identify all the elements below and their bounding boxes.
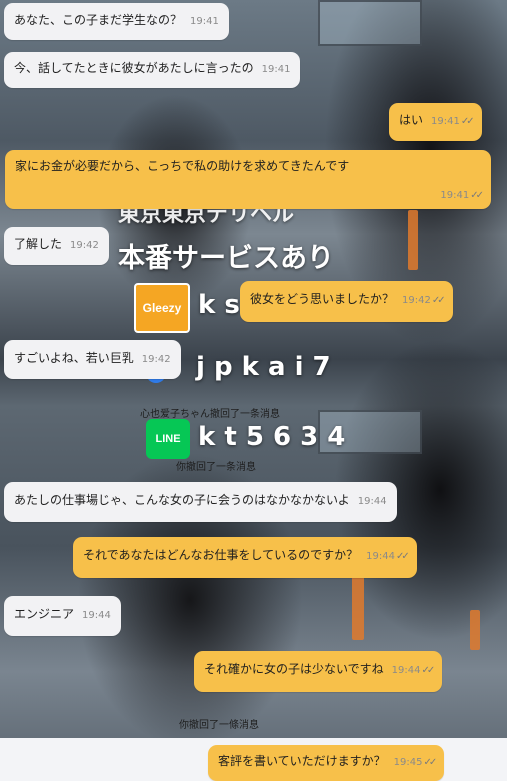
gleezy-id: k s xyxy=(198,290,240,320)
orange-handrail xyxy=(352,570,364,640)
message-received: あたしの仕事場じゃ、こんな女の子に会うのはなかなかないよ 19:44 xyxy=(4,482,397,522)
message-time: 19:41 xyxy=(431,116,460,127)
message-received: 今、話してたときに彼女があたしに言ったの 19:41 xyxy=(4,52,301,88)
message-text: 家にお金が必要だから、こっちで私の助けを求めてきたんです xyxy=(15,159,350,173)
message-text: 彼女をどう思いましたか？ xyxy=(250,292,395,306)
message-received: エンジニア 19:44 xyxy=(4,596,121,636)
overlay-line-2: 本番サービスあり xyxy=(118,243,334,274)
blue-app-id: j p k a i 7 xyxy=(196,352,331,382)
recall-notice: 你撤回了一条消息 xyxy=(176,462,256,473)
read-check-icon: ✓✓ xyxy=(470,190,484,201)
message-received: 了解した 19:42 xyxy=(4,227,109,265)
message-received: あなた、この子まだ学生なの？ 19:41 xyxy=(4,3,229,40)
recall-notice: 你撤回了一條消息 xyxy=(179,720,259,731)
message-time: 19:45 xyxy=(393,757,423,768)
message-time: 19:44 xyxy=(82,610,111,621)
message-text: あたしの仕事場じゃ、こんな女の子に会うのはなかなかないよ xyxy=(14,493,350,507)
read-check-icon: ✓✓ xyxy=(460,116,475,127)
line-id: k t 5 6 3 4 xyxy=(198,422,346,452)
message-time: 19:42 xyxy=(402,295,431,306)
message-text: 了解した xyxy=(14,237,63,251)
message-text: すごいよね、若い巨乳 xyxy=(14,351,134,365)
message-text: それ確かに女の子は少ないですね xyxy=(204,662,384,676)
message-text: 今、話してたときに彼女があたしに言ったの xyxy=(14,61,254,75)
message-time: 19:41 xyxy=(261,64,291,75)
message-sent: 家にお金が必要だから、こっちで私の助けを求めてきたんです 19:41✓✓ xyxy=(5,150,491,209)
message-text: 客評を書いていただけますか？ xyxy=(218,754,386,768)
recall-notice: 心也爱子ちゃん撤回了一条消息 xyxy=(140,409,280,420)
message-text: はい xyxy=(399,113,424,127)
orange-handrail xyxy=(408,210,418,270)
message-sent: 彼女をどう思いましたか？ 19:42✓✓ xyxy=(240,281,453,322)
read-check-icon: ✓✓ xyxy=(421,665,435,676)
message-text: あなた、この子まだ学生なの？ xyxy=(14,13,183,27)
message-sent: それ確かに女の子は少ないですね 19:44✓✓ xyxy=(194,651,443,692)
message-time: 19:44 xyxy=(357,496,387,507)
message-time: 19:42 xyxy=(70,240,99,251)
message-sent: 客評を書いていただけますか？ 19:45✓✓ xyxy=(208,745,445,781)
message-time: 19:41 xyxy=(190,16,219,27)
read-check-icon: ✓✓ xyxy=(396,551,410,562)
message-sent: はい 19:41✓✓ xyxy=(389,103,482,141)
bus-sign-top xyxy=(318,0,422,46)
line-logo: LINE xyxy=(146,419,190,459)
orange-handrail xyxy=(470,610,480,650)
message-sent: それであなたはどんなお仕事をしているのですか？ 19:44✓✓ xyxy=(73,537,417,578)
message-time: 19:44 xyxy=(391,665,421,676)
message-time: 19:42 xyxy=(141,354,171,365)
read-check-icon: ✓✓ xyxy=(431,295,446,306)
message-received: すごいよね、若い巨乳 19:42 xyxy=(4,340,181,379)
read-check-icon: ✓✓ xyxy=(423,757,437,768)
gleezy-logo: Gleezy xyxy=(134,283,190,333)
message-text: エンジニア xyxy=(14,607,75,621)
message-text: それであなたはどんなお仕事をしているのですか？ xyxy=(83,548,359,562)
message-time: 19:44 xyxy=(366,551,395,562)
message-time: 19:41 xyxy=(440,190,470,201)
